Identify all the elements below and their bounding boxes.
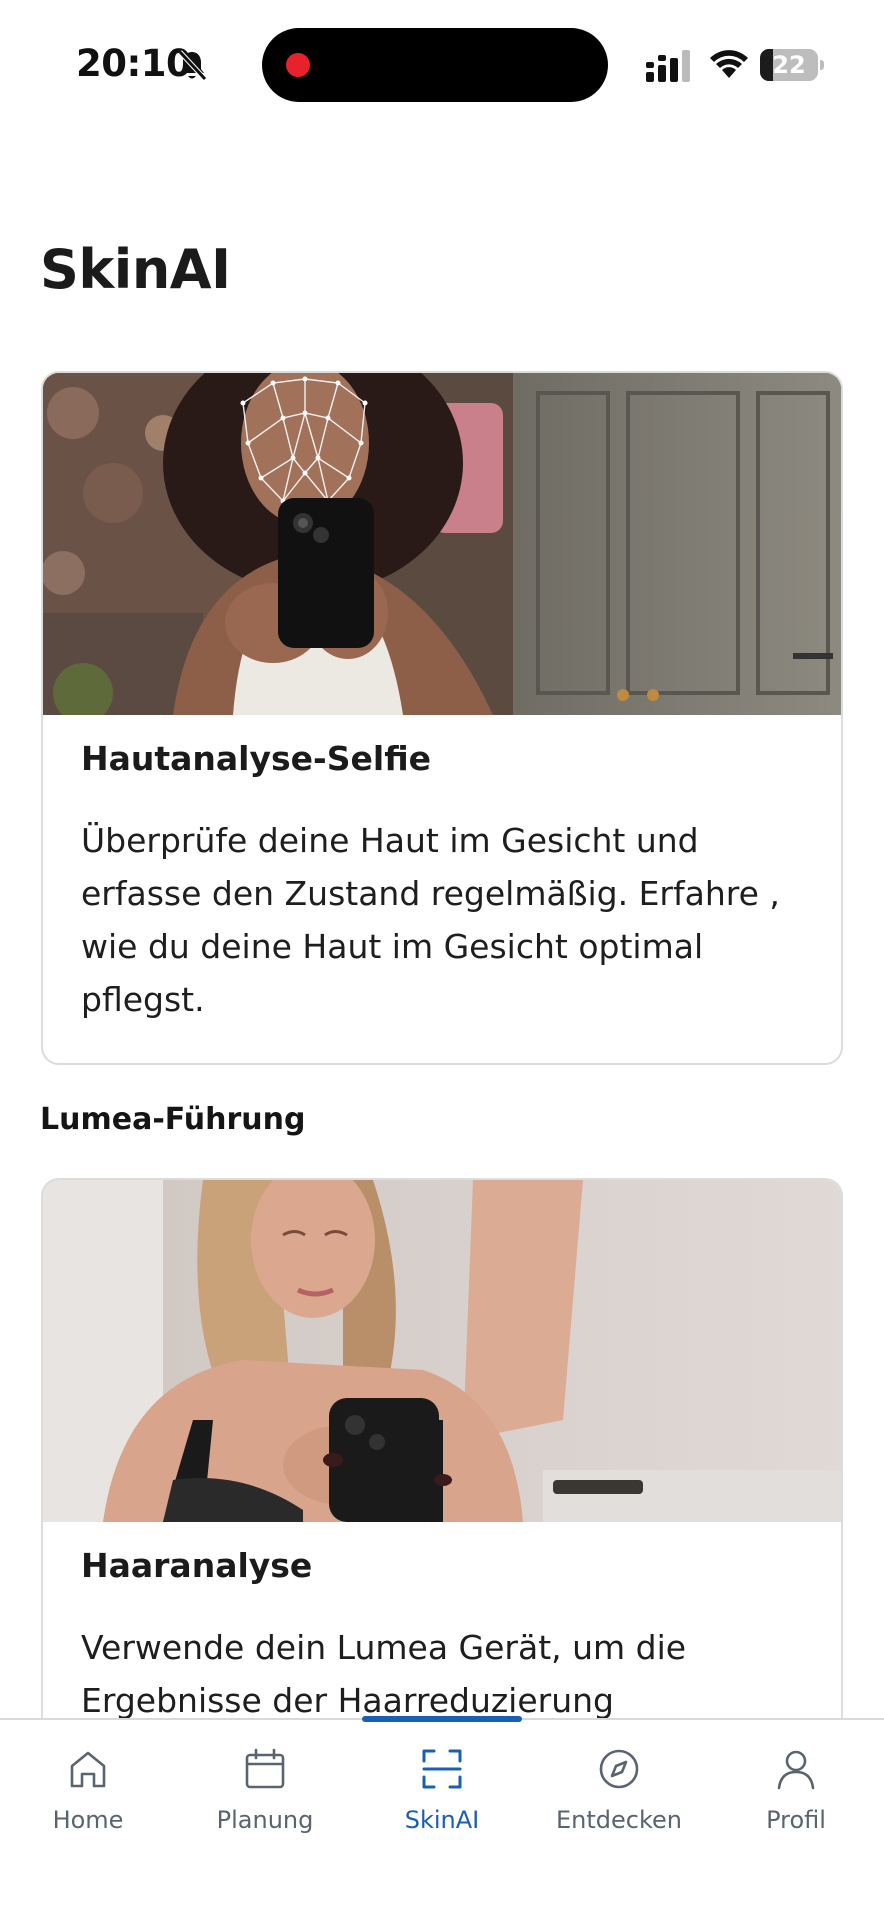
- nav-tab-entdecken[interactable]: Entdecken: [539, 1746, 699, 1856]
- card-body: Haaranalyse Verwende dein Lumea Gerät, u…: [43, 1522, 841, 1727]
- section-heading: Lumea-Führung: [40, 1102, 306, 1137]
- nav-label: Planung: [216, 1806, 314, 1834]
- card-title: Hautanalyse-Selfie: [81, 739, 432, 778]
- card-title: Haaranalyse: [81, 1546, 313, 1585]
- skin-analysis-selfie-card[interactable]: Hautanalyse-Selfie Überprüfe deine Haut …: [41, 371, 843, 1065]
- status-time: 20:10: [76, 42, 192, 85]
- card-description: Verwende dein Lumea Gerät, um die Ergebn…: [81, 1628, 687, 1720]
- hair-analysis-card[interactable]: Haaranalyse Verwende dein Lumea Gerät, u…: [41, 1178, 843, 1738]
- selfie-face-scan-image: [43, 373, 841, 715]
- nav-tab-profil[interactable]: Profil: [716, 1746, 876, 1856]
- home-icon: [70, 1751, 106, 1788]
- calendar-icon: [245, 1748, 285, 1789]
- nav-label: Profil: [766, 1806, 826, 1834]
- nav-label: Entdecken: [556, 1806, 682, 1834]
- active-tab-indicator: [362, 1716, 522, 1722]
- profile-icon: [777, 1750, 815, 1790]
- page-title: SkinAI: [40, 238, 231, 301]
- card-description: Überprüfe deine Haut im Gesicht und erfa…: [81, 821, 780, 1019]
- compass-icon: [599, 1749, 639, 1789]
- nav-label: SkinAI: [404, 1806, 480, 1834]
- nav-tab-planung[interactable]: Planung: [185, 1746, 345, 1856]
- bottom-navigation: Home Planung SkinAI Entdecken Profil: [0, 1716, 884, 1920]
- nav-tab-skinai[interactable]: SkinAI: [362, 1746, 522, 1856]
- status-bar: 20:10 22: [0, 0, 884, 120]
- cellular-signal-icon: [646, 50, 690, 82]
- battery-level: 22: [772, 51, 806, 79]
- wifi-icon: [710, 50, 748, 78]
- battery-icon: 22: [760, 49, 824, 81]
- nav-label: Home: [52, 1806, 124, 1834]
- dynamic-island: [262, 28, 608, 102]
- bell-muted-icon: [178, 50, 207, 81]
- card-body: Hautanalyse-Selfie Überprüfe deine Haut …: [43, 715, 841, 1026]
- recording-indicator-icon: [286, 53, 310, 77]
- scan-icon: [422, 1749, 462, 1789]
- hair-analysis-image: [43, 1180, 841, 1522]
- nav-tab-home[interactable]: Home: [8, 1746, 168, 1856]
